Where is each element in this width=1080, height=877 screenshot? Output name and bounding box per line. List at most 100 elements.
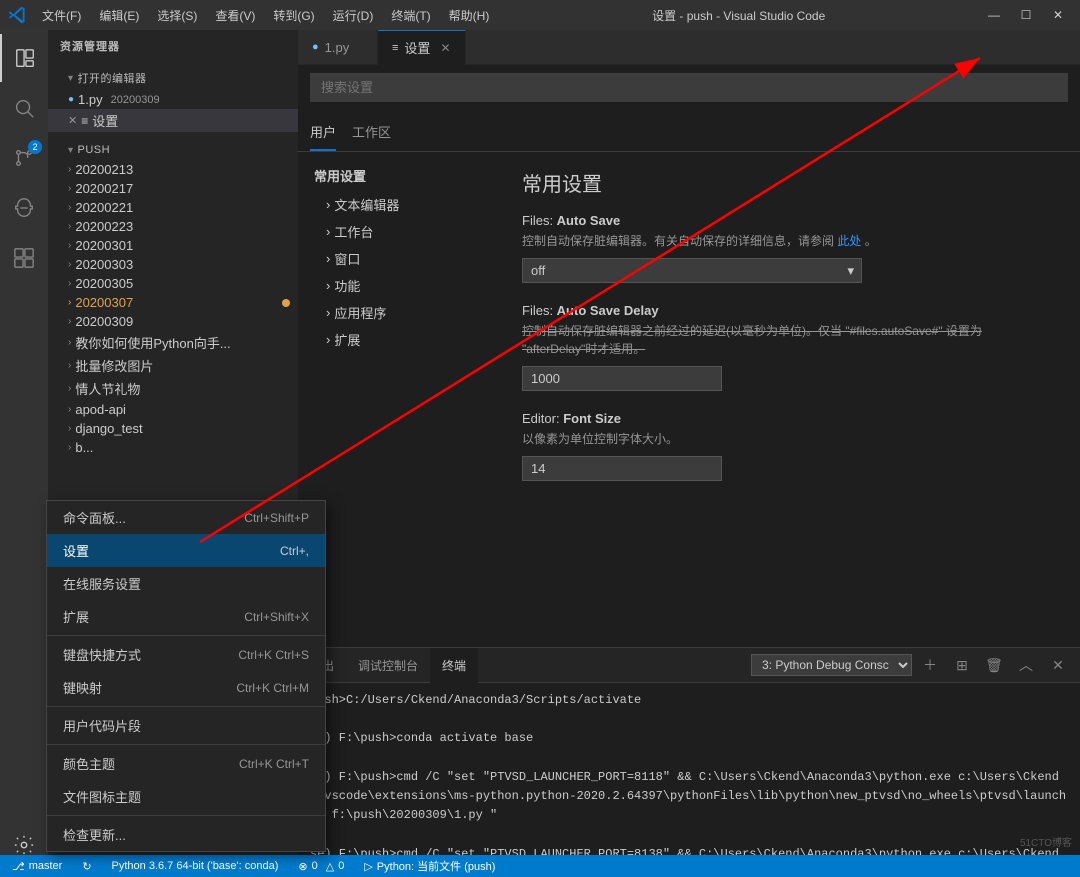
menu-edit[interactable]: 编辑(E): [91, 3, 147, 28]
menu-run[interactable]: 运行(D): [325, 3, 382, 28]
context-menu-keymaps[interactable]: 键映射 Ctrl+K Ctrl+M: [47, 671, 325, 704]
terminal-tab-terminal[interactable]: 终端: [430, 648, 478, 683]
tab-settings[interactable]: ≡ 设置 ✕: [378, 30, 466, 65]
autosave-select[interactable]: off afterDelay onFocusChange onWindowCha…: [522, 258, 862, 283]
folder-apod[interactable]: › apod-api: [48, 400, 298, 419]
context-menu-keyboard-shortcuts[interactable]: 键盘快捷方式 Ctrl+K Ctrl+S: [47, 638, 325, 671]
settings-nav-extensions[interactable]: › 扩展: [298, 326, 498, 353]
nav-chevron-icon: ›: [326, 224, 330, 239]
settings-nav-workbench[interactable]: › 工作台: [298, 218, 498, 245]
settings-nav-text-editor[interactable]: › 文本编辑器: [298, 191, 498, 218]
context-menu-label: 键盘快捷方式: [63, 645, 141, 664]
folder-python[interactable]: › 教你如何使用Python向手...: [48, 331, 298, 354]
folder-20200301[interactable]: › 20200301: [48, 236, 298, 255]
minimize-button[interactable]: —: [980, 5, 1008, 25]
status-python[interactable]: Python 3.6.7 64-bit ('base': conda): [108, 860, 283, 872]
activity-source-control[interactable]: 2: [0, 134, 48, 182]
folder-20200221[interactable]: › 20200221: [48, 198, 298, 217]
close-button[interactable]: ✕: [1044, 5, 1072, 25]
folder-django[interactable]: › django_test: [48, 419, 298, 438]
setting-autosave-link[interactable]: 此处: [837, 234, 861, 248]
context-menu-shortcut: Ctrl+,: [280, 544, 309, 558]
terminal-split-button[interactable]: ⊞: [948, 651, 976, 679]
folder-20200213[interactable]: › 20200213: [48, 160, 298, 179]
content-area: ● 1.py ≡ 设置 ✕ 用户 工作区: [298, 30, 1080, 877]
close-icon-settings[interactable]: ✕: [68, 114, 77, 127]
settings-tab-user[interactable]: 用户: [310, 118, 336, 151]
terminal-line: [310, 825, 1068, 844]
menu-goto[interactable]: 转到(G): [265, 3, 322, 28]
menu-selection[interactable]: 选择(S): [149, 3, 205, 28]
folder-20200305[interactable]: › 20200305: [48, 274, 298, 293]
folder-label: 20200303: [75, 257, 133, 272]
editor-item-settings[interactable]: ✕ ≡ 设置: [48, 109, 298, 132]
folder-images[interactable]: › 批量修改图片: [48, 354, 298, 377]
activity-debug[interactable]: [0, 184, 48, 232]
settings-search: [298, 65, 1080, 110]
status-branch[interactable]: ⎇ master: [8, 860, 66, 873]
setting-autosave-label: Files: Auto Save: [522, 213, 1056, 228]
status-run[interactable]: ▷ Python: 当前文件 (push): [360, 858, 499, 874]
folder-label: 20200307: [75, 295, 133, 310]
status-errors[interactable]: ⊗ 0 △ 0: [294, 860, 348, 873]
open-editors-header[interactable]: ▾ 打开的编辑器: [48, 66, 298, 90]
menu-view[interactable]: 查看(V): [207, 3, 263, 28]
setting-delay-label: Files: Auto Save Delay: [522, 303, 1056, 318]
folder-label: apod-api: [75, 402, 126, 417]
context-menu-file-icon-theme[interactable]: 文件图标主题: [47, 780, 325, 813]
editor-item-extra: 20200309: [111, 94, 160, 106]
folder-valentines[interactable]: › 情人节礼物: [48, 377, 298, 400]
context-menu-command-palette[interactable]: 命令面板... Ctrl+Shift+P: [47, 501, 325, 534]
context-menu-color-theme[interactable]: 颜色主题 Ctrl+K Ctrl+T: [47, 747, 325, 780]
terminal-close-icon[interactable]: ✕: [1044, 651, 1072, 679]
terminal-tab-debug[interactable]: 调试控制台: [346, 648, 430, 683]
setting-fontsize: Editor: Font Size 以像素为单位控制字体大小。: [522, 411, 1056, 481]
fontsize-input[interactable]: [522, 456, 722, 481]
nav-extensions-label: 扩展: [334, 330, 360, 349]
settings-nav-features[interactable]: › 功能: [298, 272, 498, 299]
terminal-trash-button[interactable]: 🗑: [980, 651, 1008, 679]
context-menu-divider: [47, 744, 325, 745]
autosave-delay-input[interactable]: [522, 366, 722, 391]
sync-icon: ↻: [82, 860, 91, 873]
context-menu-extensions[interactable]: 扩展 Ctrl+Shift+X: [47, 600, 325, 633]
context-menu-settings[interactable]: 设置 Ctrl+,: [47, 534, 325, 567]
menu-help[interactable]: 帮助(H): [441, 3, 498, 28]
terminal-selector[interactable]: 3: Python Debug Consc: [751, 654, 912, 676]
context-menu-label: 用户代码片段: [63, 716, 141, 735]
settings-nav-window[interactable]: › 窗口: [298, 245, 498, 272]
tab-1py-label: 1.py: [325, 40, 350, 55]
push-label: PUSH: [78, 144, 111, 156]
tab-1py[interactable]: ● 1.py: [298, 30, 378, 65]
context-menu-snippets[interactable]: 用户代码片段: [47, 709, 325, 742]
terminal-add-button[interactable]: ＋: [916, 651, 944, 679]
folder-20200309[interactable]: › 20200309: [48, 312, 298, 331]
settings-tab-workspace[interactable]: 工作区: [352, 118, 391, 151]
status-sync[interactable]: ↻: [78, 860, 95, 873]
setting-delay-strong: Auto Save Delay: [557, 303, 659, 318]
menu-file[interactable]: 文件(F): [34, 3, 89, 28]
context-menu-label: 颜色主题: [63, 754, 115, 773]
activity-extensions[interactable]: [0, 234, 48, 282]
settings-nav-apps[interactable]: › 应用程序: [298, 299, 498, 326]
maximize-button[interactable]: ☐: [1012, 5, 1040, 25]
activity-search[interactable]: [0, 84, 48, 132]
editor-item-1py[interactable]: ● 1.py 20200309: [48, 90, 298, 109]
context-menu-online-settings[interactable]: 在线服务设置: [47, 567, 325, 600]
tab-close-icon[interactable]: ✕: [440, 41, 450, 55]
menu-terminal[interactable]: 终端(T): [383, 3, 438, 28]
folder-20200307[interactable]: › 20200307: [48, 293, 298, 312]
folder-20200303[interactable]: › 20200303: [48, 255, 298, 274]
terminal-chevron-up-icon[interactable]: ︿: [1012, 651, 1040, 679]
open-editors-label: 打开的编辑器: [78, 70, 147, 86]
folder-20200217[interactable]: › 20200217: [48, 179, 298, 198]
folder-b[interactable]: › b...: [48, 438, 298, 457]
folder-20200223[interactable]: › 20200223: [48, 217, 298, 236]
titlebar-menu: 文件(F) 编辑(E) 选择(S) 查看(V) 转到(G) 运行(D) 终端(T…: [34, 3, 497, 28]
folder-chevron-icon: ›: [68, 221, 71, 232]
context-menu-check-updates[interactable]: 检查更新...: [47, 818, 325, 851]
settings-nav-common[interactable]: 常用设置: [298, 160, 498, 191]
activity-explorer[interactable]: [0, 34, 48, 82]
push-header[interactable]: ▾ PUSH: [48, 140, 298, 160]
settings-search-input[interactable]: [310, 73, 1068, 102]
